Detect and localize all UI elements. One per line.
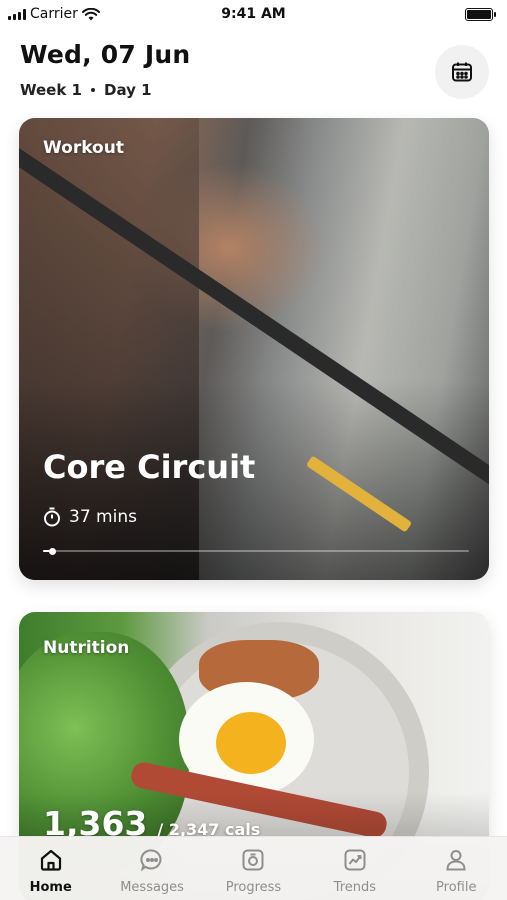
- tab-messages[interactable]: Messages: [104, 847, 200, 895]
- page-title: Wed, 07 Jun: [20, 40, 191, 69]
- egg-yolk: [216, 712, 286, 774]
- tab-trends-label: Trends: [333, 880, 377, 895]
- tab-progress-label: Progress: [225, 880, 282, 895]
- status-left: Carrier: [8, 6, 100, 22]
- duration-text: 37 mins: [69, 507, 137, 527]
- tab-bar: Home Messages Progress Trends Profile: [0, 836, 507, 900]
- tab-progress[interactable]: Progress: [205, 847, 301, 895]
- workout-label: Workout: [43, 138, 124, 158]
- program-progress: Week 1 Day 1: [20, 81, 489, 99]
- trends-icon: [344, 849, 366, 871]
- workout-progress-bar: [43, 547, 469, 555]
- tab-profile-label: Profile: [436, 880, 477, 895]
- nutrition-label: Nutrition: [43, 638, 130, 658]
- messages-icon: [140, 849, 162, 872]
- signal-icon: [8, 8, 26, 20]
- tab-messages-label: Messages: [120, 880, 184, 895]
- week-label: Week 1: [20, 81, 82, 99]
- battery-icon: [465, 7, 496, 21]
- profile-icon: [446, 850, 466, 871]
- workout-card[interactable]: Workout Core Circuit 37 mins: [19, 118, 489, 580]
- separator-dot: [91, 88, 95, 92]
- day-label: Day 1: [104, 81, 152, 99]
- tab-trends[interactable]: Trends: [307, 847, 403, 895]
- header: Wed, 07 Jun Week 1 Day 1: [20, 40, 489, 104]
- calendar-button[interactable]: [435, 45, 489, 99]
- progress-icon: [242, 849, 264, 871]
- tab-home-label: Home: [29, 880, 72, 895]
- carrier-label: Carrier: [30, 6, 78, 22]
- home-icon: [40, 849, 61, 871]
- workout-duration: 37 mins: [43, 507, 137, 527]
- tab-home[interactable]: Home: [3, 847, 99, 895]
- calendar-icon: [452, 62, 472, 82]
- stopwatch-icon: [44, 507, 60, 527]
- wifi-icon: [81, 7, 100, 20]
- status-bar: Carrier 9:41 AM: [0, 0, 507, 28]
- tab-profile[interactable]: Profile: [408, 847, 504, 895]
- workout-title: Core Circuit: [43, 448, 256, 486]
- workout-progress-knob: [48, 547, 56, 555]
